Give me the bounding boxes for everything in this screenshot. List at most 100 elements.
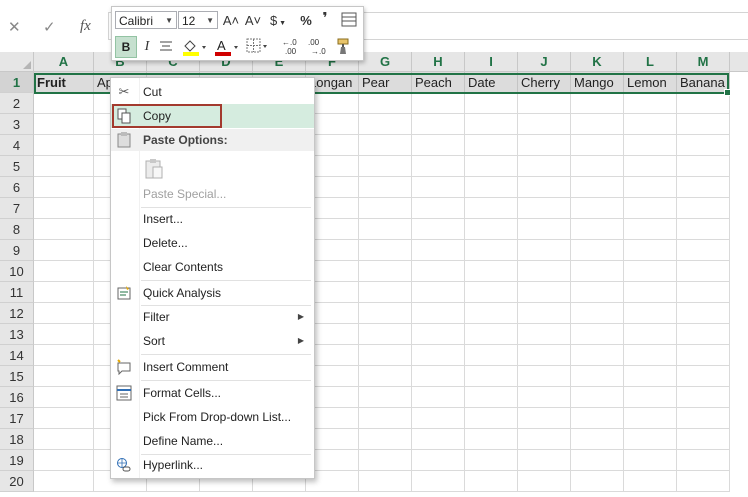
grid-cell[interactable] xyxy=(624,408,677,429)
grid-cell[interactable] xyxy=(677,471,730,492)
column-header-g[interactable]: G xyxy=(359,52,412,72)
grid-cell[interactable] xyxy=(465,303,518,324)
grid-cell[interactable] xyxy=(359,93,412,114)
cell-k1[interactable]: Mango xyxy=(571,72,624,93)
currency-icon[interactable]: $ ▼ xyxy=(266,11,290,31)
grid-cell[interactable] xyxy=(571,387,624,408)
grid-cell[interactable] xyxy=(359,240,412,261)
menu-item-paste-special[interactable]: Paste Special... xyxy=(111,182,314,206)
grid-cell[interactable] xyxy=(465,366,518,387)
grid-cell[interactable] xyxy=(34,198,94,219)
row-header-13[interactable]: 13 xyxy=(0,324,34,345)
row-header-5[interactable]: 5 xyxy=(0,156,34,177)
grid-cell[interactable] xyxy=(624,345,677,366)
grid-cell[interactable] xyxy=(624,387,677,408)
grid-cell[interactable] xyxy=(571,429,624,450)
grid-cell[interactable] xyxy=(359,177,412,198)
grid-cell[interactable] xyxy=(571,282,624,303)
row-header-14[interactable]: 14 xyxy=(0,345,34,366)
grid-cell[interactable] xyxy=(518,345,571,366)
grid-cell[interactable] xyxy=(677,282,730,303)
grid-cell[interactable] xyxy=(359,303,412,324)
grid-cell[interactable] xyxy=(412,93,465,114)
font-size-box[interactable]: 12 ▼ xyxy=(178,11,218,29)
grid-cell[interactable] xyxy=(412,135,465,156)
grid-cell[interactable] xyxy=(624,471,677,492)
cell-a1[interactable]: Fruit xyxy=(34,72,94,93)
grid-cell[interactable] xyxy=(34,450,94,471)
grid-cell[interactable] xyxy=(465,282,518,303)
grid-cell[interactable] xyxy=(571,324,624,345)
grid-cell[interactable] xyxy=(34,135,94,156)
grid-cell[interactable] xyxy=(624,93,677,114)
grid-cell[interactable] xyxy=(359,471,412,492)
row-header-6[interactable]: 6 xyxy=(0,177,34,198)
grid-cell[interactable] xyxy=(518,219,571,240)
grid-cell[interactable] xyxy=(34,240,94,261)
grid-cell[interactable] xyxy=(34,471,94,492)
grid-cell[interactable] xyxy=(518,408,571,429)
font-name-box[interactable]: Calibri ▼ xyxy=(115,11,177,29)
grid-cell[interactable] xyxy=(34,282,94,303)
grid-cell[interactable] xyxy=(412,450,465,471)
align-center-icon[interactable] xyxy=(158,38,174,58)
increase-decimal-icon[interactable]: ←.0.00 xyxy=(282,37,304,57)
grid-cell[interactable] xyxy=(465,177,518,198)
grid-cell[interactable] xyxy=(677,93,730,114)
grid-cell[interactable] xyxy=(412,387,465,408)
menu-item-sort[interactable]: Sort ▶ xyxy=(111,329,314,353)
grid-cell[interactable] xyxy=(518,324,571,345)
grid-cell[interactable] xyxy=(518,135,571,156)
menu-item-pick-from-list[interactable]: Pick From Drop-down List... xyxy=(111,405,314,429)
menu-item-filter[interactable]: Filter ▶ xyxy=(111,305,314,329)
cell-h1[interactable]: Peach xyxy=(412,72,465,93)
row-header-9[interactable]: 9 xyxy=(0,240,34,261)
borders-icon[interactable] xyxy=(244,37,270,57)
menu-item-insert-comment[interactable]: Insert Comment xyxy=(111,355,314,379)
grid-cell[interactable] xyxy=(624,198,677,219)
grid-cell[interactable] xyxy=(518,366,571,387)
select-all-corner[interactable] xyxy=(0,52,34,72)
column-header-l[interactable]: L xyxy=(624,52,677,72)
row-header-3[interactable]: 3 xyxy=(0,114,34,135)
row-header-15[interactable]: 15 xyxy=(0,366,34,387)
row-header-16[interactable]: 16 xyxy=(0,387,34,408)
cell-g1[interactable]: Pear xyxy=(359,72,412,93)
grid-cell[interactable] xyxy=(412,114,465,135)
grid-cell[interactable] xyxy=(34,408,94,429)
grid-cell[interactable] xyxy=(465,135,518,156)
grid-cell[interactable] xyxy=(571,93,624,114)
grid-cell[interactable] xyxy=(359,198,412,219)
grid-cell[interactable] xyxy=(677,366,730,387)
grid-cell[interactable] xyxy=(571,471,624,492)
grid-cell[interactable] xyxy=(624,156,677,177)
grid-cell[interactable] xyxy=(359,114,412,135)
grid-cell[interactable] xyxy=(34,261,94,282)
percent-icon[interactable]: % xyxy=(298,11,314,31)
grid-cell[interactable] xyxy=(624,282,677,303)
row-header-4[interactable]: 4 xyxy=(0,135,34,156)
grid-cell[interactable] xyxy=(465,198,518,219)
grid-cell[interactable] xyxy=(518,93,571,114)
grid-cell[interactable] xyxy=(34,93,94,114)
grid-cell[interactable] xyxy=(518,282,571,303)
grid-cell[interactable] xyxy=(518,429,571,450)
grid-cell[interactable] xyxy=(677,240,730,261)
grid-cell[interactable] xyxy=(465,240,518,261)
grid-cell[interactable] xyxy=(412,345,465,366)
grid-cell[interactable] xyxy=(34,114,94,135)
grid-cell[interactable] xyxy=(518,450,571,471)
grid-cell[interactable] xyxy=(624,261,677,282)
grid-cell[interactable] xyxy=(677,303,730,324)
column-header-k[interactable]: K xyxy=(571,52,624,72)
row-header-18[interactable]: 18 xyxy=(0,429,34,450)
row-header-20[interactable]: 20 xyxy=(0,471,34,492)
row-header-19[interactable]: 19 xyxy=(0,450,34,471)
column-header-i[interactable]: I xyxy=(465,52,518,72)
grid-cell[interactable] xyxy=(571,408,624,429)
grid-cell[interactable] xyxy=(677,261,730,282)
grid-cell[interactable] xyxy=(412,408,465,429)
grid-cell[interactable] xyxy=(624,324,677,345)
grid-cell[interactable] xyxy=(359,261,412,282)
grid-cell[interactable] xyxy=(412,177,465,198)
